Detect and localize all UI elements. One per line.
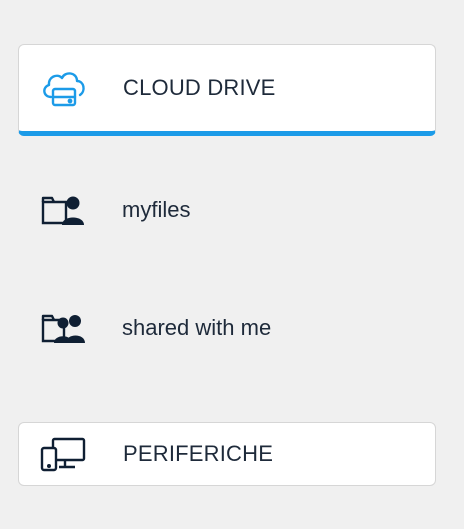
folder-user-icon	[40, 193, 86, 227]
sidebar-nav: CLOUD DRIVE myfiles shared with me PERIF…	[8, 12, 440, 522]
sidebar-item-label: CLOUD DRIVE	[123, 75, 276, 100]
cloud-drive-icon	[39, 67, 89, 109]
devices-icon	[39, 436, 87, 472]
sidebar-item-myfiles[interactable]: myfiles	[18, 180, 436, 240]
sidebar-item-label: PERIFERICHE	[123, 441, 274, 466]
sidebar-item-label: shared with me	[122, 315, 272, 340]
sidebar-item-label: myfiles	[122, 197, 191, 222]
sidebar-item-cloud-drive[interactable]: CLOUD DRIVE	[18, 44, 436, 136]
sidebar-item-periferiche[interactable]: PERIFERICHE	[18, 422, 436, 486]
sidebar-item-shared-with-me[interactable]: shared with me	[18, 298, 436, 358]
folder-users-icon	[40, 311, 86, 345]
